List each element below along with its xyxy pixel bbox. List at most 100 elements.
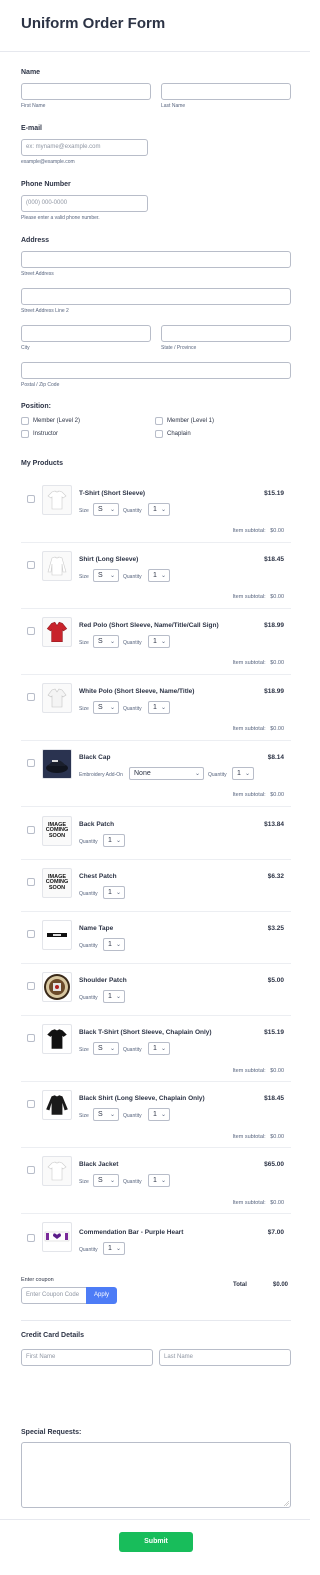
quantity-select[interactable]: 1 ⌄: [103, 990, 125, 1003]
resize-handle-icon[interactable]: [284, 1501, 289, 1506]
checkbox[interactable]: [21, 417, 29, 425]
cc-last-name-input[interactable]: Last Name: [159, 1349, 291, 1366]
product-checkbox[interactable]: [27, 693, 35, 701]
chevron-down-icon: ⌄: [115, 890, 121, 896]
embroidery-select[interactable]: None ⌄: [129, 767, 204, 780]
quantity-select[interactable]: 1 ⌄: [148, 1108, 170, 1121]
coupon-input[interactable]: Enter Coupon Code: [21, 1287, 87, 1304]
product-name: Black Shirt (Long Sleeve, Chaplain Only): [79, 1095, 205, 1102]
product-item: Black Shirt (Long Sleeve, Chaplain Only)…: [21, 1082, 291, 1148]
phone-sublabel: Please enter a valid phone number.: [21, 215, 100, 221]
divider: [21, 806, 291, 807]
quantity-label: Quantity: [79, 943, 98, 949]
chevron-down-icon: ⌄: [115, 942, 121, 948]
position-option-member-level-1[interactable]: Member (Level 1): [155, 417, 214, 425]
item-subtotal: Item subtotal: $0.00: [233, 1134, 284, 1140]
size-select[interactable]: S ⌄: [93, 701, 119, 714]
size-select[interactable]: S ⌄: [93, 503, 119, 516]
postal-input[interactable]: [21, 362, 291, 379]
quantity-select[interactable]: 1 ⌄: [148, 503, 170, 516]
subtotal-label: Item subtotal:: [232, 660, 266, 666]
checkbox[interactable]: [155, 417, 163, 425]
divider: [21, 674, 291, 675]
chevron-down-icon: ⌄: [109, 639, 115, 645]
total-label: Total: [233, 1282, 247, 1288]
product-item: T-Shirt (Short Sleeve) $15.19 Size S ⌄ Qu…: [21, 478, 291, 544]
product-checkbox[interactable]: [27, 1100, 35, 1108]
product-name: Black T-Shirt (Short Sleeve, Chaplain On…: [79, 1029, 212, 1036]
quantity-select[interactable]: 1 ⌄: [148, 569, 170, 582]
subtotal-value: $0.00: [270, 1068, 284, 1074]
commendation-bar-thumbnail: [42, 1222, 72, 1252]
quantity-select[interactable]: 1 ⌄: [232, 767, 254, 780]
product-checkbox[interactable]: [27, 826, 35, 834]
size-select[interactable]: S ⌄: [93, 569, 119, 582]
address-label: Address: [21, 237, 50, 244]
product-price: $15.19: [264, 1029, 284, 1036]
quantity-label: Quantity: [123, 706, 142, 712]
product-checkbox[interactable]: [27, 982, 35, 990]
quantity-select[interactable]: 1 ⌄: [148, 1042, 170, 1055]
size-label: Size: [79, 706, 89, 712]
product-checkbox[interactable]: [27, 1034, 35, 1042]
black-tshirt-thumbnail: [42, 1024, 72, 1054]
state-input[interactable]: [161, 325, 291, 342]
size-value: S: [98, 572, 103, 579]
size-select[interactable]: S ⌄: [93, 1108, 119, 1121]
phone-field[interactable]: (000) 000-0000: [21, 195, 148, 212]
product-item: Shirt (Long Sleeve) $18.45 Size S ⌄ Quant…: [21, 544, 291, 610]
quantity-select[interactable]: 1 ⌄: [103, 834, 125, 847]
product-checkbox[interactable]: [27, 627, 35, 635]
email-field[interactable]: ex: myname@example.com: [21, 139, 148, 156]
size-select[interactable]: S ⌄: [93, 1042, 119, 1055]
position-option-member-level-2[interactable]: Member (Level 2): [21, 417, 80, 425]
first-name-input[interactable]: [21, 83, 151, 100]
checkbox[interactable]: [21, 430, 29, 438]
size-select[interactable]: S ⌄: [93, 635, 119, 648]
quantity-value: 1: [153, 1111, 157, 1118]
product-price: $18.45: [264, 1095, 284, 1102]
product-price: $5.00: [267, 977, 284, 984]
size-select[interactable]: S ⌄: [93, 1174, 119, 1187]
quantity-select[interactable]: 1 ⌄: [103, 938, 125, 951]
product-checkbox[interactable]: [27, 1166, 35, 1174]
product-checkbox[interactable]: [27, 930, 35, 938]
quantity-select[interactable]: 1 ⌄: [103, 1242, 125, 1255]
product-checkbox[interactable]: [27, 878, 35, 886]
quantity-label: Quantity: [208, 772, 227, 778]
street-address-input[interactable]: [21, 251, 291, 268]
product-item: Black Cap $8.14 Embroidery Add-On None ⌄ …: [21, 742, 291, 808]
position-option-instructor[interactable]: Instructor: [21, 430, 58, 438]
quantity-select[interactable]: 1 ⌄: [103, 886, 125, 899]
size-label: Size: [79, 574, 89, 580]
quantity-select[interactable]: 1 ⌄: [148, 1174, 170, 1187]
cc-first-name-input[interactable]: First Name: [21, 1349, 153, 1366]
position-option-chaplain[interactable]: Chaplain: [155, 430, 191, 438]
item-subtotal: Item subtotal: $0.00: [233, 594, 284, 600]
special-requests-textarea[interactable]: [21, 1442, 291, 1508]
embroidery-label: Embroidery Add-On: [79, 772, 123, 778]
product-checkbox[interactable]: [27, 1234, 35, 1242]
size-value: S: [98, 506, 103, 513]
product-checkbox[interactable]: [27, 561, 35, 569]
shoulder-patch-thumbnail: [42, 972, 72, 1002]
checkbox[interactable]: [155, 430, 163, 438]
apply-coupon-button[interactable]: Apply: [86, 1287, 117, 1304]
jacket-thumbnail: [42, 1156, 72, 1186]
product-item: IMAGE COMING SOON Back Patch $13.84 Quanti…: [21, 808, 291, 860]
product-checkbox[interactable]: [27, 759, 35, 767]
form-title: Uniform Order Form: [21, 15, 166, 32]
quantity-select[interactable]: 1 ⌄: [148, 701, 170, 714]
subtotal-label: Item subtotal:: [232, 1134, 266, 1140]
city-input[interactable]: [21, 325, 151, 342]
street-address-2-input[interactable]: [21, 288, 291, 305]
product-checkbox[interactable]: [27, 495, 35, 503]
quantity-value: 1: [108, 1245, 112, 1252]
quantity-value: 1: [108, 993, 112, 1000]
quantity-select[interactable]: 1 ⌄: [148, 635, 170, 648]
state-sublabel: State / Province: [161, 345, 197, 351]
last-name-input[interactable]: [161, 83, 291, 100]
embroidery-value: None: [134, 770, 151, 777]
submit-button[interactable]: Submit: [119, 1532, 193, 1552]
item-subtotal: Item subtotal: $0.00: [233, 1068, 284, 1074]
